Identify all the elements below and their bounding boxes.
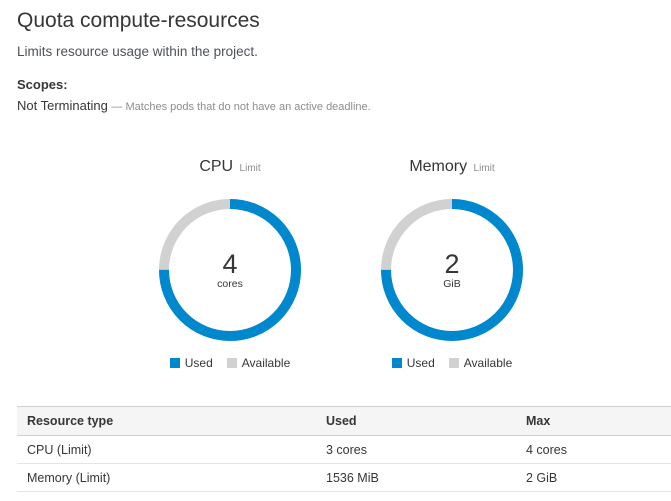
memory-quota-chart: Memory Limit 2 GiB Used Available	[377, 155, 527, 370]
legend-used-swatch	[391, 358, 402, 368]
legend-available[interactable]: Available	[226, 356, 291, 370]
scope-name: Not Terminating	[17, 98, 108, 113]
chart-legend: Used Available	[377, 356, 527, 370]
legend-available[interactable]: Available	[448, 356, 513, 370]
scope-item: Not Terminating — Matches pods that do n…	[17, 98, 371, 113]
chart-legend: Used Available	[155, 356, 305, 370]
legend-available-swatch	[448, 358, 459, 368]
donut-unit: GiB	[443, 278, 461, 290]
donut-chart[interactable]: 4 cores	[155, 195, 305, 345]
cell-resource-type: CPU (Limit)	[17, 435, 316, 464]
donut-value: 4	[222, 249, 238, 279]
legend-available-label: Available	[241, 356, 291, 370]
chart-title-label: CPU	[199, 158, 234, 175]
legend-used-label: Used	[184, 356, 213, 370]
legend-available-swatch	[226, 358, 237, 368]
chart-title: CPU Limit	[155, 155, 305, 179]
cell-max: 2 GiB	[516, 463, 671, 492]
cell-used: 1536 MiB	[316, 463, 516, 492]
cell-resource-type: Memory (Limit)	[17, 463, 316, 492]
column-header-max: Max	[516, 406, 671, 436]
table-row: Memory (Limit) 1536 MiB 2 GiB	[17, 463, 671, 492]
donut-center: 4 cores	[155, 195, 305, 345]
legend-used[interactable]: Used	[391, 356, 435, 370]
scope-description: — Matches pods that do not have an activ…	[111, 101, 371, 113]
chart-title: Memory Limit	[377, 155, 527, 179]
donut-value: 2	[444, 249, 460, 279]
page-description: Limits resource usage within the project…	[17, 44, 258, 59]
legend-used-swatch	[169, 358, 180, 368]
quota-table: Resource type Used Max CPU (Limit) 3 cor…	[17, 406, 671, 492]
legend-used[interactable]: Used	[169, 356, 213, 370]
table-row: CPU (Limit) 3 cores 4 cores	[17, 435, 671, 464]
legend-used-label: Used	[406, 356, 435, 370]
cell-used: 3 cores	[316, 435, 516, 464]
donut-chart[interactable]: 2 GiB	[377, 195, 527, 345]
column-header-used: Used	[316, 406, 516, 436]
cpu-quota-chart: CPU Limit 4 cores Used Available	[155, 155, 305, 370]
donut-unit: cores	[217, 278, 243, 290]
cell-max: 4 cores	[516, 435, 671, 464]
column-header-resource-type: Resource type	[17, 406, 316, 436]
chart-title-label: Memory	[409, 158, 468, 175]
table-header-row: Resource type Used Max	[17, 406, 671, 436]
donut-center: 2 GiB	[377, 195, 527, 345]
chart-subtitle: Limit	[239, 163, 261, 174]
legend-available-label: Available	[463, 356, 513, 370]
chart-subtitle: Limit	[473, 163, 495, 174]
page-title: Quota compute-resources	[17, 9, 260, 32]
scopes-heading: Scopes:	[17, 77, 68, 92]
